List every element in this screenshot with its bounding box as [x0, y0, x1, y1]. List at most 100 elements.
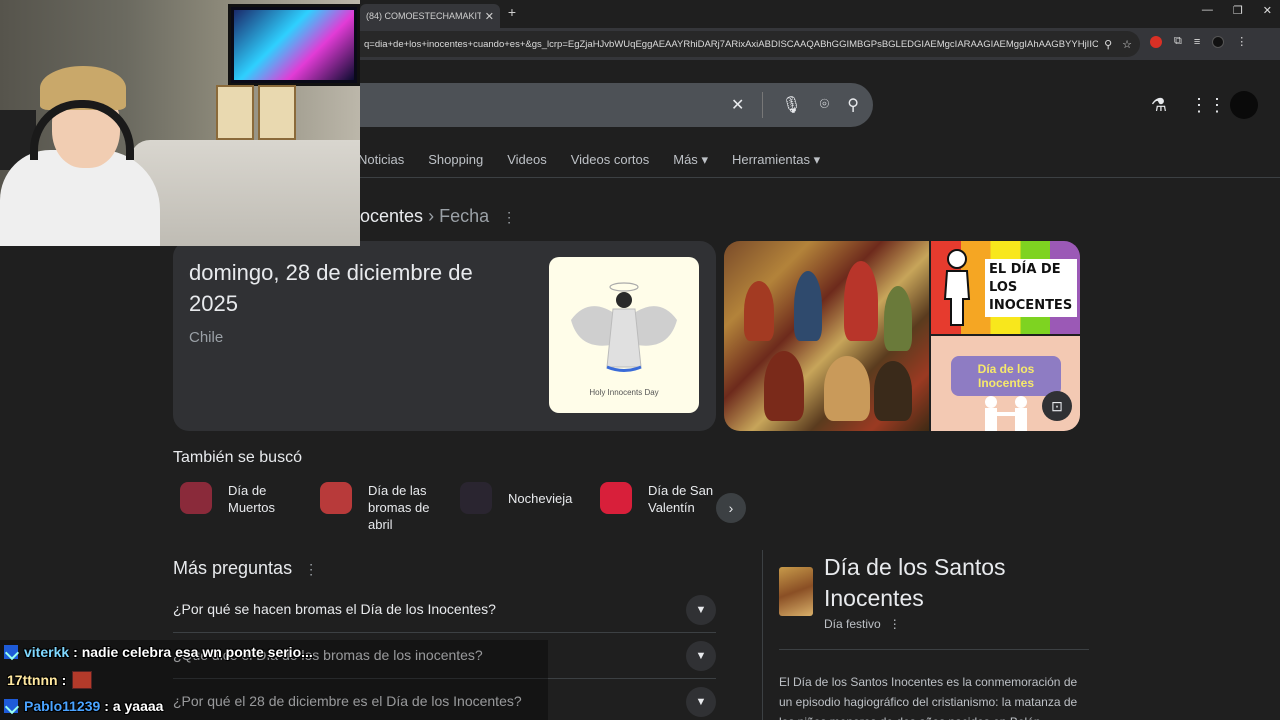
also-searched-item[interactable]: Día de las bromas de abril	[320, 482, 440, 533]
restore-icon[interactable]: ❐	[1233, 4, 1243, 17]
paa-question-text: ¿Por qué se hacen bromas el Día de los I…	[173, 601, 496, 617]
breadcrumb-sub: Fecha	[439, 206, 490, 226]
also-searched-item[interactable]: Día de Muertos	[180, 482, 300, 516]
chat-message: viterkk : nadie celebra esa wn ponte ser…	[4, 644, 313, 660]
tab-mas-label: Más	[673, 152, 698, 167]
chat-emote-icon	[72, 671, 93, 689]
banner-label: Día de los Inocentes	[951, 356, 1061, 396]
browser-menu-icon[interactable]: ⋮	[1236, 35, 1247, 48]
date-result-card: domingo, 28 de diciembre de 2025 Chile H…	[173, 241, 716, 431]
zoom-icon[interactable]: ⚲	[1104, 38, 1112, 51]
poster-label: EL DÍA DE LOS INOCENTES	[985, 259, 1077, 317]
also-searched-item[interactable]: Día de San Valentín	[600, 482, 720, 516]
knowledge-panel-subtitle-row: Día festivo ⋮	[824, 617, 901, 631]
breadcrumb-main[interactable]: ocentes	[360, 206, 423, 226]
paa-question[interactable]: ¿Por qué se hacen bromas el Día de los I…	[173, 587, 716, 633]
person-silhouette	[943, 249, 971, 326]
chat-username: Pablo11239	[24, 698, 101, 714]
also-searched-title: También se buscó	[173, 449, 302, 466]
breadcrumb-separator: ›	[428, 206, 435, 226]
address-bar[interactable]: q=dia+de+los+inocentes+cuando+es+&gs_lcr…	[360, 31, 1140, 57]
also-searched-label: Día de Muertos	[228, 483, 275, 515]
tv-screen	[234, 10, 354, 80]
kids-illustration	[985, 396, 1027, 431]
result-date: domingo, 28 de diciembre de 2025	[189, 260, 473, 316]
close-window-icon[interactable]: ✕	[1263, 4, 1272, 17]
paa-title: Más preguntas	[173, 558, 293, 578]
tab-title: (84) COMOESTECHAMAKITO -	[366, 11, 481, 21]
profile-icon[interactable]	[1212, 35, 1225, 48]
minimize-icon[interactable]: —	[1202, 4, 1213, 17]
chat-username: 17ttnnn	[7, 672, 58, 688]
also-searched-label: Nochevieja	[508, 491, 573, 506]
inocentes-poster-image[interactable]: EL DÍA DE LOS INOCENTES	[931, 241, 1080, 334]
search-divider	[762, 92, 764, 118]
stream-chat: viterkk : nadie celebra esa wn ponte ser…	[0, 640, 548, 720]
paa-section: Más preguntas ⋮	[173, 558, 318, 579]
apps-grid-icon[interactable]: ⋮⋮	[1190, 95, 1226, 116]
chevron-right-icon[interactable]: ›	[716, 493, 746, 523]
result-country: Chile	[189, 329, 224, 346]
close-tab-icon[interactable]: ✕	[485, 10, 494, 23]
microphone-icon[interactable]: 🎙	[781, 95, 801, 115]
chat-text: :	[61, 672, 67, 688]
browser-tab[interactable]: (84) COMOESTECHAMAKITO - ✕	[360, 4, 500, 28]
also-searched-label: Día de las bromas de abril	[368, 483, 430, 532]
knowledge-panel-description: El Día de los Santos Inocentes es la con…	[779, 675, 1078, 720]
also-searched-label: Día de San Valentín	[648, 483, 714, 515]
tab-herramientas[interactable]: Herramientas ▾	[732, 152, 820, 168]
account-avatar[interactable]	[1230, 91, 1258, 119]
holy-innocents-thumbnail[interactable]: Holy Innocents Day	[549, 257, 699, 413]
image-mosaic[interactable]: EL DÍA DE LOS INOCENTES Día de los Inoce…	[724, 241, 1080, 431]
tab-videos[interactable]: Videos	[507, 152, 547, 168]
webcam-bed	[130, 140, 360, 246]
knowledge-panel-thumbnail[interactable]	[779, 567, 813, 616]
new-tab-icon[interactable]: +	[505, 4, 519, 20]
extension-icon[interactable]	[1150, 35, 1162, 48]
painting-image[interactable]	[724, 241, 929, 431]
more-options-icon[interactable]: ⋮	[502, 209, 516, 225]
window-controls: — ❐ ✕	[1202, 4, 1272, 17]
more-options-icon[interactable]: ⋮	[889, 617, 901, 631]
lens-camera-icon[interactable]: ⌾	[820, 96, 830, 114]
tab-videos-cortos[interactable]: Videos cortos	[571, 152, 650, 168]
san-valentin-thumbnail	[600, 482, 632, 514]
more-options-icon[interactable]: ⋮	[304, 561, 318, 577]
clear-search-icon[interactable]: ✕	[731, 95, 744, 115]
wanted-poster	[258, 85, 296, 140]
nochevieja-thumbnail	[460, 482, 492, 514]
chat-username: viterkk	[24, 644, 70, 660]
extensions-puzzle-icon[interactable]: ⧉	[1174, 35, 1182, 48]
dia-de-muertos-thumbnail	[180, 482, 212, 514]
media-control-icon[interactable]: ≡	[1194, 36, 1200, 48]
url-text[interactable]: q=dia+de+los+inocentes+cuando+es+&gs_lcr…	[364, 39, 1098, 50]
chevron-down-icon: ▾	[701, 152, 708, 167]
tab-herramientas-label: Herramientas	[731, 152, 810, 167]
chat-message: 17ttnnn :	[4, 671, 93, 689]
wanted-poster	[216, 85, 254, 140]
thumbnail-caption: Holy Innocents Day	[589, 388, 659, 397]
chat-badge-icon	[4, 645, 18, 659]
chat-text: : a yaaaa	[104, 698, 164, 714]
bookmark-star-icon[interactable]: ☆	[1122, 38, 1132, 51]
search-box[interactable]: ✕ 🎙 ⌾ ⚲	[340, 83, 873, 127]
angel-illustration	[571, 282, 677, 372]
chevron-down-icon[interactable]: ▼	[686, 595, 716, 625]
tab-mas[interactable]: Más ▾	[673, 152, 708, 168]
knowledge-panel-subtitle: Día festivo	[824, 617, 881, 631]
knowledge-panel-title: Día de los Santos Inocentes	[824, 554, 1006, 611]
chevron-down-icon[interactable]: ▼	[686, 641, 716, 671]
breadcrumb: ocentes › Fecha ⋮	[360, 206, 516, 227]
webcam-overlay	[0, 0, 360, 246]
also-searched-item[interactable]: Nochevieja	[460, 482, 580, 514]
image-search-icon[interactable]: ⊡	[1042, 391, 1072, 421]
webcam-tv	[228, 4, 360, 86]
chat-message: Pablo11239 : a yaaaa	[4, 698, 163, 714]
bromas-abril-thumbnail	[320, 482, 352, 514]
tab-noticias[interactable]: Noticias	[358, 152, 404, 168]
tab-shopping[interactable]: Shopping	[428, 152, 483, 168]
chat-badge-icon	[4, 699, 18, 713]
chevron-down-icon[interactable]: ▼	[686, 687, 716, 717]
labs-flask-icon[interactable]: ⚗	[1150, 95, 1168, 116]
search-icon[interactable]: ⚲	[847, 95, 859, 115]
